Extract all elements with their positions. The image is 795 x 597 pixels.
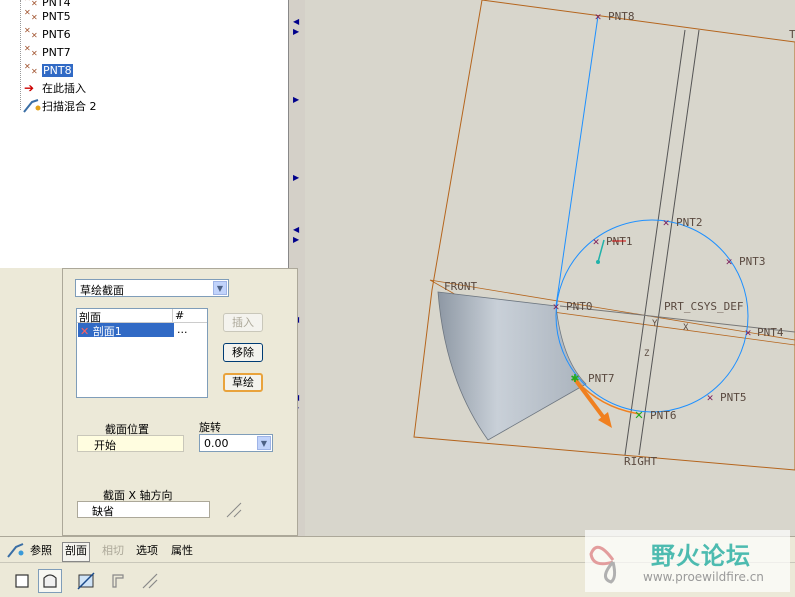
datum-point-icon: ✕✕ [24,44,38,58]
remove-button[interactable]: 移除 [223,343,263,362]
splitter-arrow-icon: ▶ [293,173,300,182]
pnt1-dot [596,260,600,264]
splitter-arrow-icon: ◀ [293,17,300,26]
section-list[interactable]: 剖面 # ✕ 剖面1 ... [76,308,208,398]
section-row-1[interactable]: ✕ 剖面1 [78,323,174,338]
tab-sections[interactable]: 剖面 [62,542,90,562]
pnt8-label: PNT8 [608,10,635,23]
rotation-label: 旋转 [199,421,221,434]
section-position-field[interactable]: 开始 [77,435,184,452]
butterfly-logo-icon [589,545,617,584]
section-xaxis-field[interactable]: 缺省 [77,501,210,518]
remove-material-icon[interactable] [74,569,98,593]
forum-watermark: 野火论坛 www.proewildfire.cn [585,530,790,592]
splitter-arrow-icon: ▶ [293,235,300,244]
trajectory-line[interactable] [555,15,599,307]
section-mode-select[interactable]: 草绘截面 ▼ [75,279,229,297]
section-panel: 草绘截面 ▼ 剖面 # ✕ 剖面1 ... 插入 移除 草绘 截面位置 开始 旋… [62,268,298,536]
pnt4-label: PNT4 [757,326,784,339]
pnt2-label: PNT2 [676,216,703,229]
chevron-down-icon[interactable]: ▼ [257,436,271,450]
tree-item-label: PNT6 [42,27,71,41]
rotation-value: 0.00 [204,437,229,450]
tab-properties[interactable]: 属性 [169,542,195,560]
datum-point-icon: ✕✕ [24,8,38,22]
insert-arrow-icon: ➔ [24,81,35,95]
csys-y-label: Y [652,319,658,329]
datum-top-label: T [789,28,795,41]
pnt7-label: PNT7 [588,372,615,385]
tree-item-pnt5[interactable]: ✕ ✕ PNT5 [24,8,71,24]
pnt3-marker[interactable]: ✕ [726,255,733,268]
pnt6-marker[interactable]: ✕ [635,407,643,423]
sweep-blend-icon [23,99,41,113]
section-row-name: 剖面1 [92,325,122,338]
tab-tangency[interactable]: 相切 [100,542,126,560]
pnt3-label: PNT3 [739,255,766,268]
splitter-arrow-icon: ▶ [293,95,300,104]
graphics-window[interactable]: ✕ PNT8 ✕ PNT1 ✕ PNT2 ✕ PNT3 ✕ PNT4 ✕ PNT… [305,0,795,536]
pnt7-marker[interactable]: ✱ [571,370,580,386]
pnt0-label: PNT0 [566,300,593,313]
tree-guide-line [20,0,22,110]
model-canvas[interactable]: ✕ PNT8 ✕ PNT1 ✕ PNT2 ✕ PNT3 ✕ PNT4 ✕ PNT… [305,0,795,536]
csys-label: PRT_CSYS_DEF [664,300,743,313]
csys-z-label: Z [644,349,650,359]
watermark-url: www.proewildfire.cn [643,570,764,584]
model-tree: ✕✕ PNT4 ✕✕ PNT5 ✕✕ PNT6 ✕✕ PNT7 ✕✕ PNT8 … [0,0,289,268]
pnt8-marker[interactable]: ✕ [595,10,602,23]
tab-references[interactable]: 参照 [28,542,54,560]
pnt1-marker[interactable]: ✕ [593,235,600,248]
pnt0-marker[interactable]: ✕ [553,300,560,313]
datum-front-label: FRONT [444,280,477,293]
splitter-arrow-icon: ◀ [293,225,300,234]
tree-item-sweep-blend[interactable]: 扫描混合 2 [22,98,97,114]
pnt2-marker[interactable]: ✕ [663,216,670,229]
datum-right-label: RIGHT [624,455,657,468]
feature-label: 扫描混合 2 [42,100,97,113]
flip-direction-icon[interactable] [138,569,162,593]
tab-options[interactable]: 选项 [134,542,160,560]
tree-item-label: PNT8 [42,63,73,77]
section-position-value: 开始 [94,439,116,452]
tree-insert-here[interactable]: ➔ 在此插入 [24,80,86,96]
section-list-header: 剖面 # [77,309,207,324]
column-divider [172,309,173,322]
watermark-title: 野火论坛 [651,542,751,570]
rotation-select[interactable]: 0.00 ▼ [199,434,273,452]
sweep-blend-icon [7,543,24,558]
sweep-surface[interactable] [437,291,587,441]
datum-axis-line [638,29,700,456]
csys-x-label: X [683,323,689,333]
solid-icon[interactable] [10,569,34,593]
pnt6-label: PNT6 [650,409,677,422]
section-status-icon: ✕ [80,325,90,338]
pnt5-label: PNT5 [720,391,747,404]
insert-here-label: 在此插入 [42,82,86,95]
datum-axis-line [624,29,686,456]
chevron-down-icon[interactable]: ▼ [213,281,227,295]
section-xaxis-value: 缺省 [92,505,114,518]
tree-item-label: PNT5 [42,9,71,23]
datum-point-icon: ✕✕ [24,26,38,40]
tree-item-pnt6[interactable]: ✕ ✕ PNT6 [24,26,71,42]
splitter-arrow-icon: ▶ [293,27,300,36]
section-row-number: ... [177,323,188,336]
pnt4-marker[interactable]: ✕ [745,326,752,339]
list-header-number: # [175,309,185,322]
surface-icon[interactable] [38,569,62,593]
insert-button[interactable]: 插入 [223,313,263,332]
thicken-icon[interactable] [106,569,130,593]
xaxis-pick-icon[interactable] [225,501,243,519]
tree-item-pnt8[interactable]: ✕ ✕ PNT8 [24,62,73,78]
sketch-button[interactable]: 草绘 [223,373,263,392]
tree-item-pnt7[interactable]: ✕ ✕ PNT7 [24,44,71,60]
tree-item-label: PNT7 [42,45,71,59]
section-mode-value: 草绘截面 [80,284,124,297]
pnt5-marker[interactable]: ✕ [707,391,714,404]
datum-point-icon: ✕✕ [24,62,38,76]
